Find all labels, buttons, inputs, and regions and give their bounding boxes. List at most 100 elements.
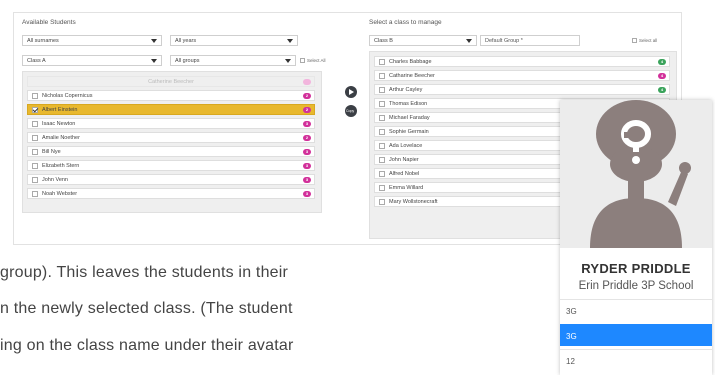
student-name: Bill Nye [42, 148, 61, 155]
chevron-down-icon [151, 59, 157, 63]
group-name-input[interactable]: Default Group * [480, 35, 580, 46]
checkbox-icon[interactable] [379, 114, 385, 121]
surname-filter-select[interactable]: All surnames [22, 35, 162, 46]
student-name: Noah Webster [42, 190, 78, 197]
student-school: Erin Priddle 3P School [578, 280, 694, 292]
available-students-title: Available Students [22, 19, 76, 26]
student-name: Mary Wollstonecraft [389, 198, 438, 205]
checkbox-icon [300, 58, 305, 63]
student-name: Albert Einstein [42, 106, 78, 113]
student-name: RYDER PRIDDLE [581, 261, 691, 276]
checkbox-icon[interactable] [379, 72, 385, 79]
checkbox-icon[interactable] [379, 184, 385, 191]
class-select-value: Class B [374, 38, 393, 44]
select-class-title: Select a class to manage [369, 19, 442, 26]
list-item[interactable]: Albert Einstein 2 [27, 104, 315, 115]
student-badge: 4 [658, 59, 666, 65]
student-name: Michael Faraday [389, 114, 430, 121]
instructions-line-1: group). This leaves the students in thei… [0, 264, 289, 281]
class-filter-select[interactable]: Class A [22, 55, 162, 66]
checkbox-icon[interactable] [379, 156, 385, 163]
student-badge: 3 [303, 177, 311, 183]
student-badge: 2 [303, 107, 311, 113]
left-select-all-label: Select All [307, 58, 326, 63]
checkbox-icon[interactable] [32, 92, 38, 99]
student-name: Elizabeth Stern [42, 162, 80, 169]
list-item[interactable]: Noah Webster 3 [27, 188, 315, 199]
student-badge: 3 [303, 149, 311, 155]
list-item[interactable]: Nicholas Copernicus 2 [27, 90, 315, 101]
class-option[interactable]: 12 [560, 349, 712, 371]
year-filter-value: All years [175, 38, 197, 44]
checkbox-icon[interactable] [32, 190, 38, 197]
checkbox-icon[interactable] [379, 198, 385, 205]
student-name: John Venn [42, 176, 68, 183]
class-option[interactable]: 3G [560, 299, 712, 321]
student-profile-card: RYDER PRIDDLE Erin Priddle 3P School 3G 3… [560, 100, 712, 375]
student-badge: 3 [303, 163, 311, 169]
list-item[interactable]: Amalie Noether 2 [27, 132, 315, 143]
class-select[interactable]: Class B [369, 35, 477, 46]
checkbox-icon[interactable] [32, 106, 38, 113]
student-badge: 2 [303, 135, 311, 141]
checkbox-icon[interactable] [32, 162, 38, 169]
chevron-down-icon [287, 39, 293, 43]
group-name-value: Default Group * [485, 38, 523, 44]
student-name: Ada Lovelace [389, 142, 423, 149]
student-name: Charles Babbage [389, 58, 432, 65]
list-item[interactable]: Bill Nye 3 [27, 146, 315, 157]
list-item[interactable]: Isaac Newton 3 [27, 118, 315, 129]
list-item[interactable]: Catharine Beecher 4 [374, 70, 670, 81]
student-badge: 3 [303, 191, 311, 197]
list-item-disabled: Catherine Beecher [27, 76, 315, 87]
instructions-line-2: n the newly selected class. (The student [0, 300, 293, 317]
chevron-down-icon [285, 59, 291, 63]
unknown-person-icon [590, 100, 691, 248]
checkbox-icon[interactable] [379, 100, 385, 107]
chevron-down-icon [151, 39, 157, 43]
available-students-list: Catherine Beecher Nicholas Copernicus 2 Al… [22, 71, 322, 213]
student-badge: 4 [658, 73, 666, 79]
student-name: Thomas Edison [389, 100, 428, 107]
year-filter-select[interactable]: All years [170, 35, 298, 46]
list-item[interactable]: John Venn 3 [27, 174, 315, 185]
student-name: Emma Willard [389, 184, 424, 191]
copy-button[interactable]: Copy [345, 105, 357, 117]
class-filter-value: Class A [27, 58, 46, 64]
checkbox-icon[interactable] [32, 148, 38, 155]
group-filter-select[interactable]: All groups [170, 55, 296, 66]
student-name: Sophie Germain [389, 128, 429, 135]
list-item[interactable]: Arthur Cayley 4 [374, 84, 670, 95]
student-badge [303, 79, 311, 85]
surname-filter-value: All surnames [27, 38, 59, 44]
left-select-all[interactable]: Select All [300, 58, 326, 63]
checkbox-icon[interactable] [32, 120, 38, 127]
student-name: Catharine Beecher [389, 72, 435, 79]
chevron-down-icon [466, 39, 472, 43]
student-name: Isaac Newton [42, 120, 76, 127]
student-name: Catherine Beecher [148, 78, 194, 85]
right-select-all[interactable]: Select all [632, 38, 657, 43]
student-badge: 4 [658, 87, 666, 93]
list-item[interactable]: Charles Babbage 4 [374, 56, 670, 67]
move-button[interactable] [345, 86, 357, 98]
checkbox-icon[interactable] [379, 142, 385, 149]
group-filter-value: All groups [175, 58, 200, 64]
student-name: Nicholas Copernicus [42, 92, 93, 99]
student-badge: 3 [303, 121, 311, 127]
checkbox-icon[interactable] [32, 134, 38, 141]
student-name: Arthur Cayley [389, 86, 423, 93]
student-name: Alfred Nobel [389, 170, 420, 177]
copy-button-label: Copy [346, 109, 355, 113]
checkbox-icon[interactable] [32, 176, 38, 183]
checkbox-icon[interactable] [379, 170, 385, 177]
checkbox-icon[interactable] [379, 86, 385, 93]
checkbox-icon[interactable] [379, 58, 385, 65]
checkbox-icon [632, 38, 637, 43]
play-icon [349, 89, 354, 95]
checkbox-icon[interactable] [379, 128, 385, 135]
list-item[interactable]: Elizabeth Stern 3 [27, 160, 315, 171]
class-option[interactable]: 3G [560, 324, 712, 346]
instructions-line-3: ing on the class name under their avatar [0, 337, 294, 354]
student-name: Amalie Noether [42, 134, 80, 141]
